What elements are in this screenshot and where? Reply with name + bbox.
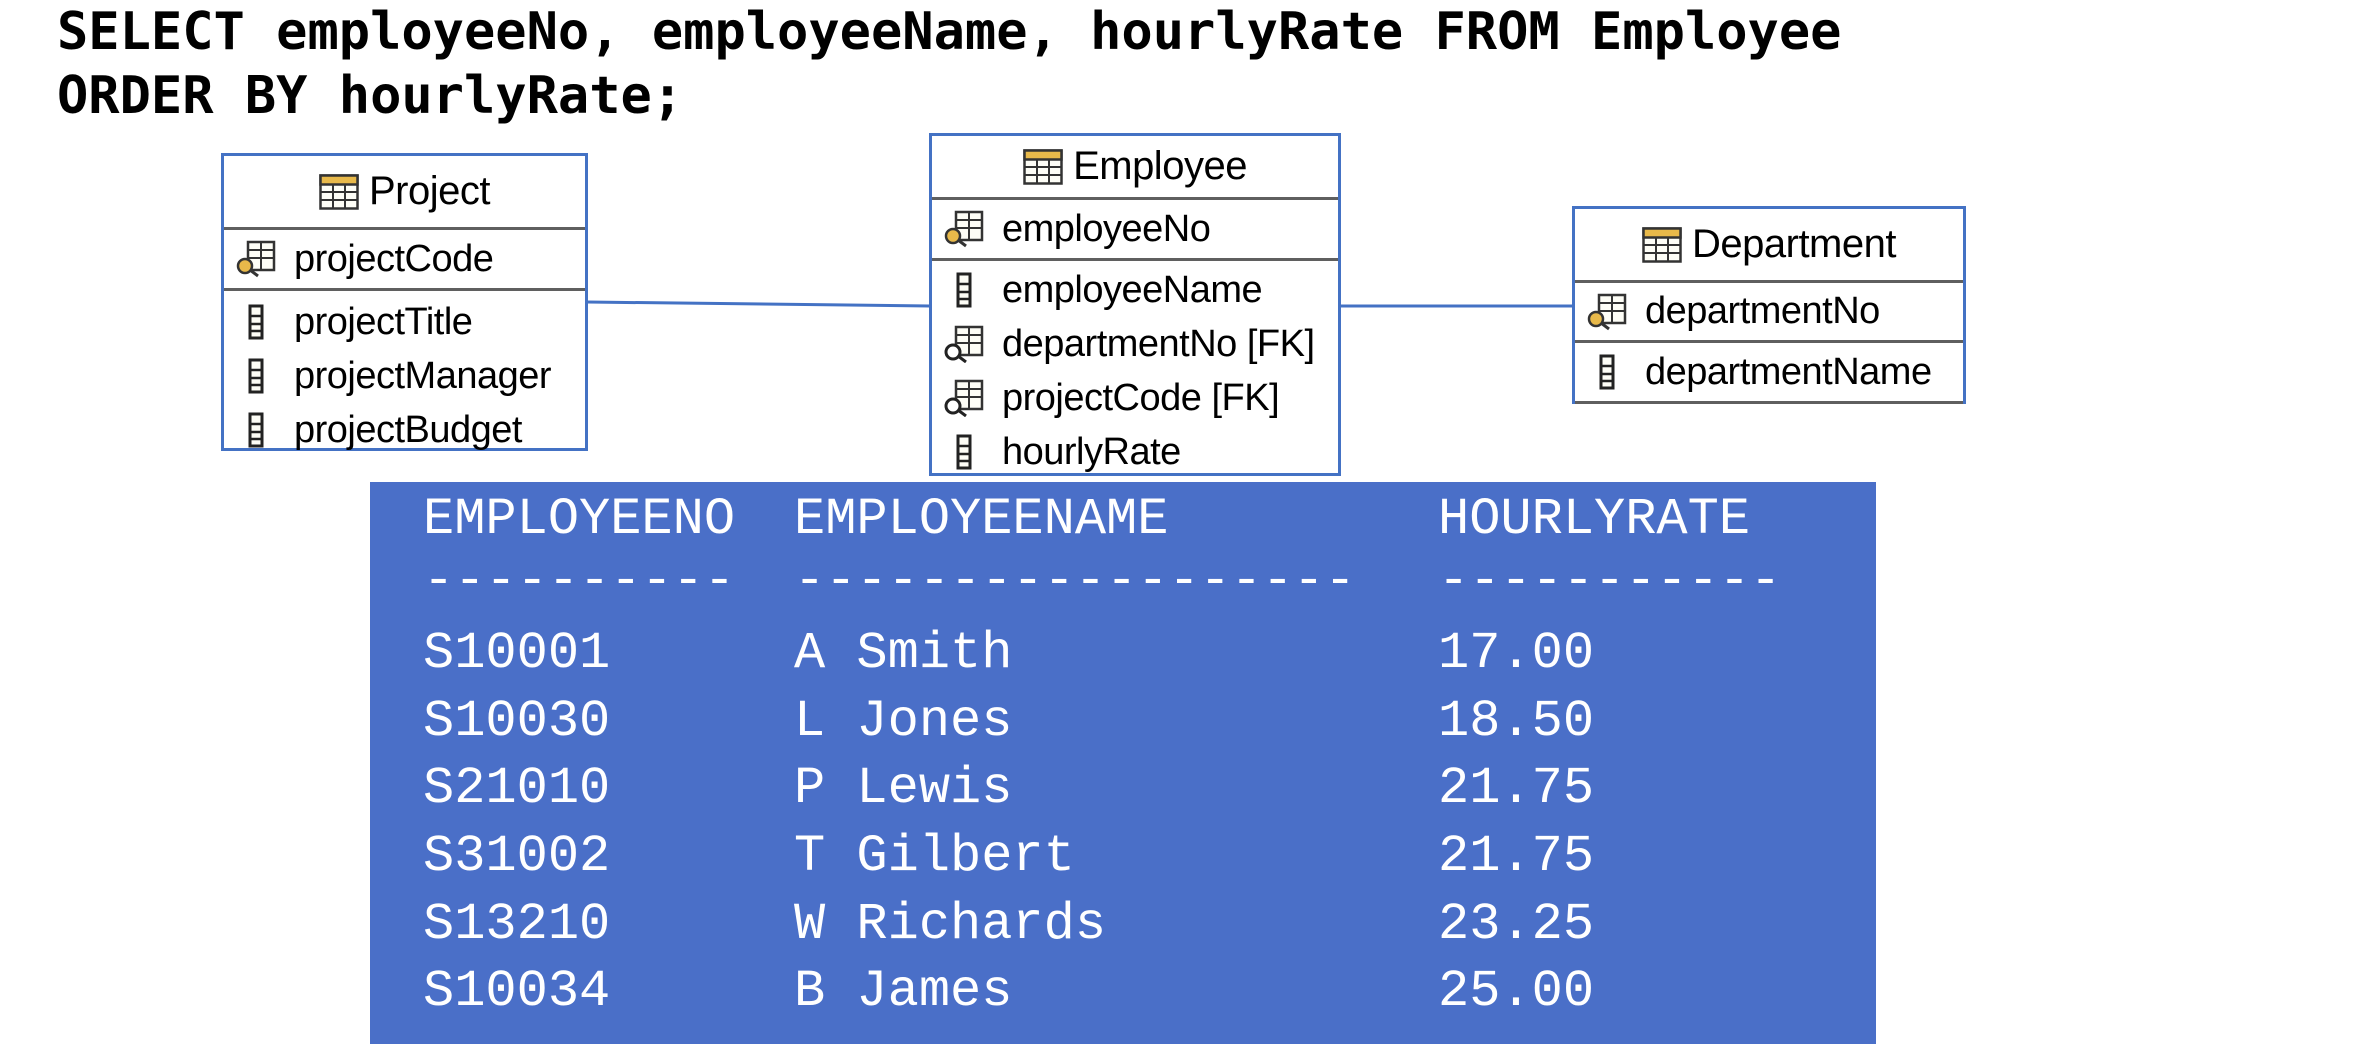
result-cell-employeename: W Richards bbox=[794, 895, 1107, 954]
result-cell-employeeno: S10030 bbox=[423, 692, 611, 751]
project-employee-relationship-line bbox=[586, 300, 931, 308]
foreign-key-icon bbox=[944, 379, 984, 417]
attribute-name: projectManager bbox=[294, 354, 552, 397]
result-cell-employeeno: S31002 bbox=[423, 827, 611, 886]
result-cell-employeeno: S13210 bbox=[423, 895, 611, 954]
project-primary-key-row: projectCode bbox=[224, 230, 585, 291]
attribute-row: projectCode [FK] bbox=[932, 371, 1338, 425]
attribute-row: departmentNo [FK] bbox=[932, 317, 1338, 371]
department-primary-key-row: departmentNo bbox=[1575, 283, 1963, 343]
column-icon bbox=[1599, 354, 1615, 390]
column-icon bbox=[248, 412, 264, 448]
primary-key-icon bbox=[236, 240, 276, 278]
result-cell-employeename: P Lewis bbox=[794, 759, 1013, 818]
primary-key-name: projectCode bbox=[294, 237, 494, 280]
foreign-key-icon bbox=[944, 325, 984, 363]
result-header-employeename: EMPLOYEENAME bbox=[794, 490, 1169, 549]
result-separator: ----------- bbox=[1438, 552, 1782, 611]
result-cell-employeename: B James bbox=[794, 962, 1013, 1021]
table-icon bbox=[1642, 226, 1682, 263]
result-cell-hourlyrate: 25.00 bbox=[1438, 962, 1595, 1021]
result-cell-hourlyrate: 21.75 bbox=[1438, 759, 1595, 818]
attribute-name: projectBudget bbox=[294, 408, 523, 451]
project-entity-header: Project bbox=[224, 156, 585, 230]
primary-key-name: employeeNo bbox=[1002, 207, 1211, 250]
result-separator: ---------- bbox=[423, 552, 736, 611]
attribute-name: projectCode [FK] bbox=[1002, 376, 1280, 419]
result-cell-hourlyrate: 18.50 bbox=[1438, 692, 1595, 751]
column-icon bbox=[956, 272, 972, 308]
primary-key-icon bbox=[1587, 293, 1627, 330]
primary-key-name: departmentNo bbox=[1645, 290, 1880, 332]
column-icon bbox=[248, 304, 264, 340]
attribute-row: projectTitle bbox=[224, 295, 585, 349]
result-cell-employeename: L Jones bbox=[794, 692, 1013, 751]
result-cell-employeename: A Smith bbox=[794, 624, 1013, 683]
column-icon bbox=[248, 358, 264, 394]
result-separator: ------------------ bbox=[794, 552, 1356, 611]
department-entity: Department departmentNo departmentName bbox=[1572, 206, 1966, 404]
employee-entity: Employee employeeNo employeeName departm… bbox=[929, 133, 1341, 476]
attribute-row: hourlyRate bbox=[932, 425, 1338, 479]
result-cell-hourlyrate: 23.25 bbox=[1438, 895, 1595, 954]
entity-title: Project bbox=[369, 169, 491, 213]
attribute-row: projectManager bbox=[224, 349, 585, 403]
result-cell-hourlyrate: 17.00 bbox=[1438, 624, 1595, 683]
result-cell-employeename: T Gilbert bbox=[794, 827, 1075, 886]
attribute-name: projectTitle bbox=[294, 300, 473, 343]
department-entity-header: Department bbox=[1575, 209, 1963, 283]
attribute-row: projectBudget bbox=[224, 403, 585, 457]
employee-entity-header: Employee bbox=[932, 136, 1338, 200]
employee-primary-key-row: employeeNo bbox=[932, 200, 1338, 261]
attribute-name: hourlyRate bbox=[1002, 430, 1181, 473]
result-cell-hourlyrate: 21.75 bbox=[1438, 827, 1595, 886]
attribute-row: employeeName bbox=[932, 263, 1338, 317]
attribute-name: employeeName bbox=[1002, 268, 1263, 311]
result-cell-employeeno: S21010 bbox=[423, 759, 611, 818]
primary-key-icon bbox=[944, 210, 984, 248]
attribute-name: departmentNo [FK] bbox=[1002, 322, 1315, 365]
column-icon bbox=[956, 434, 972, 470]
table-icon bbox=[1023, 148, 1063, 185]
query-result-panel: EMPLOYEENO EMPLOYEENAME HOURLYRATE -----… bbox=[370, 482, 1876, 1044]
project-entity: Project projectCode projectTitle project… bbox=[221, 153, 588, 451]
entity-title: Employee bbox=[1073, 144, 1247, 188]
result-header-hourlyrate: HOURLYRATE bbox=[1438, 490, 1751, 549]
result-cell-employeeno: S10034 bbox=[423, 962, 611, 1021]
table-icon bbox=[319, 173, 359, 210]
attribute-row: departmentName bbox=[1575, 343, 1963, 404]
entity-title: Department bbox=[1692, 222, 1896, 266]
attribute-name: departmentName bbox=[1645, 350, 1932, 393]
result-cell-employeeno: S10001 bbox=[423, 624, 611, 683]
result-header-employeeno: EMPLOYEENO bbox=[423, 490, 736, 549]
